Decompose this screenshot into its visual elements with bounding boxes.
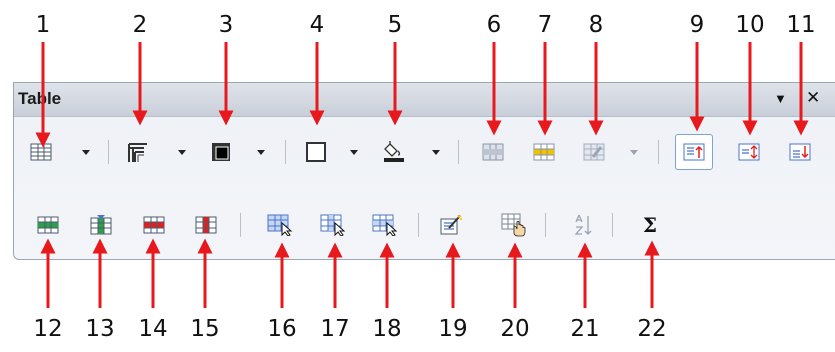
callout-arrows xyxy=(35,42,809,308)
